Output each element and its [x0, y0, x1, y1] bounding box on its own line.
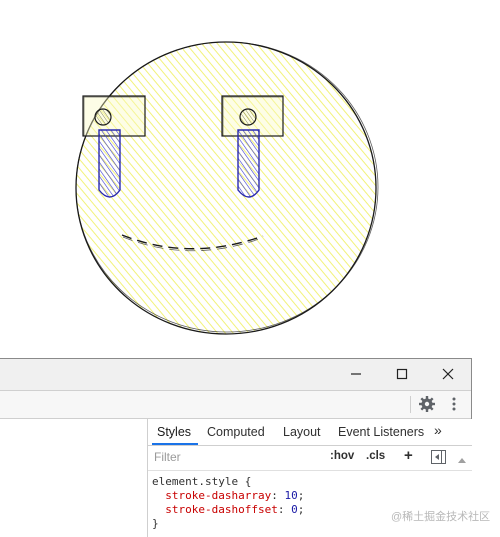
drawing-canvas	[0, 0, 500, 358]
scroll-up-icon[interactable]	[458, 452, 466, 466]
css-property-name: stroke-dashoffset	[165, 503, 278, 516]
tab-styles[interactable]: Styles	[157, 425, 191, 439]
left-tear	[98, 129, 121, 198]
css-property-value: 10	[284, 489, 298, 502]
kebab-menu-icon[interactable]	[451, 396, 457, 417]
tab-computed[interactable]: Computed	[207, 425, 265, 439]
watermark: @稀土掘金技术社区	[391, 511, 491, 523]
smiley-face-drawing	[75, 41, 379, 335]
window-titlebar	[0, 359, 471, 391]
hov-button[interactable]: :hov	[330, 450, 354, 462]
elements-panel	[0, 419, 146, 537]
gear-icon[interactable]	[418, 395, 436, 418]
rule-selector: element.style {	[152, 475, 252, 488]
tab-event-listeners[interactable]: Event Listeners	[338, 425, 424, 439]
tab-layout[interactable]: Layout	[283, 425, 321, 439]
css-declaration[interactable]: stroke-dashoffset: 0;	[152, 503, 304, 517]
active-tab-indicator	[152, 443, 198, 445]
rule-close-brace: }	[152, 517, 159, 530]
element-style-rule: element.style { stroke-dasharray: 10; st…	[152, 475, 304, 531]
toggle-sidebar-icon[interactable]	[431, 450, 446, 467]
right-tear	[237, 129, 260, 198]
new-style-rule-button[interactable]: +	[404, 447, 413, 464]
styles-filter-bar: Filter :hov .cls +	[148, 446, 472, 471]
filter-input[interactable]: Filter	[154, 450, 181, 464]
css-property-value: 0	[291, 503, 298, 516]
tabs-overflow-icon[interactable]: »	[434, 422, 442, 438]
maximize-icon[interactable]	[390, 364, 414, 384]
minimize-icon[interactable]	[344, 364, 368, 384]
left-pupil	[94, 108, 112, 126]
close-icon[interactable]	[436, 364, 460, 384]
toolbar-divider	[410, 396, 411, 413]
css-declaration[interactable]: stroke-dasharray: 10;	[152, 489, 304, 503]
right-pupil	[239, 108, 257, 126]
devtools-toolbar	[0, 391, 471, 419]
cls-button[interactable]: .cls	[366, 450, 385, 462]
sidebar-tabs: Styles Computed Layout Event Listeners »	[148, 419, 472, 446]
css-property-name: stroke-dasharray	[165, 489, 272, 502]
